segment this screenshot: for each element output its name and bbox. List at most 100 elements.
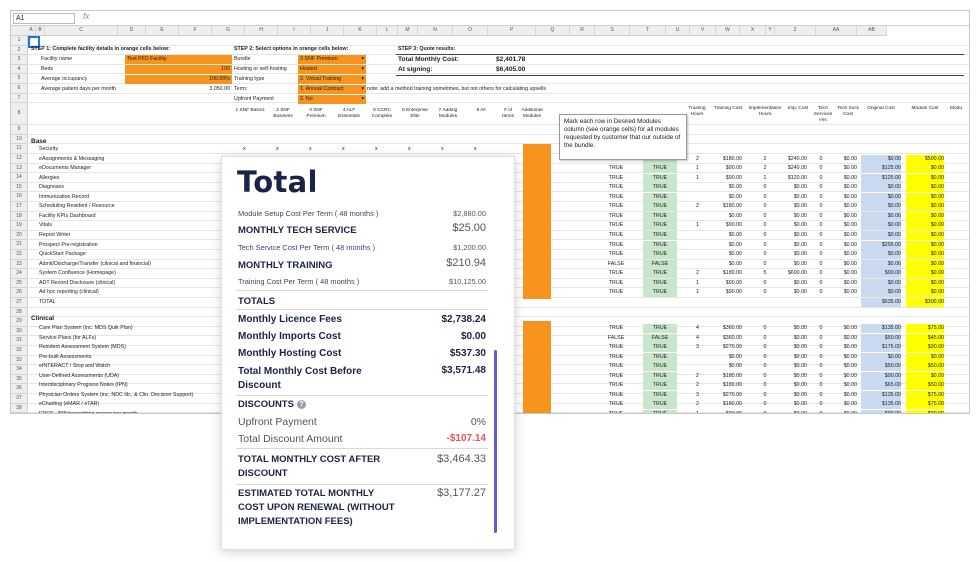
bundle-select[interactable]: 3 SNF Premium ▾: [298, 55, 366, 64]
column-header-f[interactable]: F: [179, 26, 212, 36]
row-header[interactable]: 34: [11, 365, 28, 375]
row-header[interactable]: 16: [11, 192, 28, 202]
desired-flag[interactable]: TRUE: [643, 192, 677, 202]
desired-flag[interactable]: TRUE: [643, 269, 677, 279]
row-header[interactable]: 11: [11, 144, 28, 154]
row-header[interactable]: 8: [11, 103, 28, 126]
desired-flag[interactable]: TRUE: [643, 164, 677, 174]
row-header[interactable]: 6: [11, 84, 28, 94]
row-header[interactable]: 13: [11, 163, 28, 174]
row-header[interactable]: 19: [11, 221, 28, 231]
term-select[interactable]: 1. Annual Contract ▾: [298, 85, 366, 94]
row-header[interactable]: 29: [11, 317, 28, 327]
upfront-select[interactable]: 2. No ▾: [298, 95, 366, 104]
column-header-x[interactable]: X: [740, 26, 766, 36]
row-header[interactable]: 37: [11, 394, 28, 404]
desired-flag[interactable]: TRUE: [643, 381, 677, 391]
column-header-r[interactable]: R: [570, 26, 595, 36]
row-header[interactable]: 2: [11, 45, 28, 56]
desired-flag[interactable]: TRUE: [643, 352, 677, 362]
row-header[interactable]: 38: [11, 403, 28, 413]
column-header-g[interactable]: G: [212, 26, 245, 36]
row-header[interactable]: 15: [11, 182, 28, 193]
row-header[interactable]: 4: [11, 64, 28, 75]
column-header-u[interactable]: U: [666, 26, 690, 36]
desired-modules-column[interactable]: [523, 321, 551, 413]
desired-flag[interactable]: TRUE: [643, 343, 677, 353]
desired-flag[interactable]: TRUE: [643, 362, 677, 372]
row-header[interactable]: 23: [11, 259, 28, 270]
scrollbar-thumb[interactable]: [494, 350, 497, 533]
column-header-n[interactable]: N: [418, 26, 453, 36]
desired-flag[interactable]: TRUE: [643, 371, 677, 381]
row-header[interactable]: 22: [11, 250, 28, 260]
training-select[interactable]: 2. Virtual Training ▾: [298, 75, 366, 84]
desired-flag[interactable]: TRUE: [643, 390, 677, 400]
row-header[interactable]: 18: [11, 211, 28, 222]
column-header-z[interactable]: Z: [775, 26, 816, 36]
row-header[interactable]: 21: [11, 240, 28, 250]
help-icon[interactable]: ?: [296, 400, 306, 409]
row-header[interactable]: 10: [11, 134, 28, 145]
row-header[interactable]: 36: [11, 384, 28, 394]
desired-flag[interactable]: FALSE: [643, 259, 677, 269]
column-header-s[interactable]: S: [595, 26, 630, 36]
beds-input[interactable]: 100: [125, 65, 232, 74]
column-header-i[interactable]: I: [278, 26, 311, 36]
desired-flag[interactable]: TRUE: [643, 288, 677, 298]
desired-flag[interactable]: TRUE: [643, 409, 677, 413]
column-header-y[interactable]: Y: [766, 26, 775, 36]
desired-flag[interactable]: TRUE: [643, 202, 677, 212]
row-header[interactable]: 20: [11, 230, 28, 241]
row-header[interactable]: 30: [11, 326, 28, 337]
column-header-e[interactable]: E: [146, 26, 179, 36]
select-all-corner[interactable]: [11, 26, 28, 36]
desired-flag[interactable]: TRUE: [643, 240, 677, 250]
hosting-select[interactable]: Hosted ▾: [298, 65, 366, 74]
column-header-w[interactable]: W: [716, 26, 740, 36]
column-header-h[interactable]: H: [245, 26, 278, 36]
row-header[interactable]: 9: [11, 125, 28, 135]
row-header[interactable]: 27: [11, 298, 28, 308]
desired-flag[interactable]: FALSE: [643, 333, 677, 343]
row-header[interactable]: 12: [11, 154, 28, 164]
name-box[interactable]: A1: [13, 13, 75, 24]
column-header-j[interactable]: J: [311, 26, 344, 36]
desired-flag[interactable]: TRUE: [643, 278, 677, 288]
row-header[interactable]: 24: [11, 269, 28, 279]
desired-modules-column[interactable]: [523, 144, 551, 299]
column-header-o[interactable]: O: [453, 26, 488, 36]
desired-flag[interactable]: TRUE: [643, 211, 677, 221]
desired-flag[interactable]: TRUE: [643, 221, 677, 231]
row-header[interactable]: 33: [11, 355, 28, 366]
row-header[interactable]: 35: [11, 374, 28, 385]
row-header[interactable]: 7: [11, 93, 28, 104]
column-header-t[interactable]: T: [630, 26, 666, 36]
column-header-m[interactable]: M: [398, 26, 418, 36]
row-header[interactable]: 25: [11, 278, 28, 289]
column-header-l[interactable]: L: [377, 26, 398, 36]
row-header[interactable]: 28: [11, 307, 28, 318]
row-header[interactable]: 5: [11, 74, 28, 84]
column-header-p[interactable]: P: [488, 26, 536, 36]
row-header[interactable]: 14: [11, 173, 28, 183]
desired-flag[interactable]: TRUE: [643, 324, 677, 333]
desired-flag[interactable]: TRUE: [643, 173, 677, 183]
facility-input[interactable]: Test PFD Facility: [125, 55, 232, 64]
desired-flag[interactable]: TRUE: [643, 250, 677, 260]
row-header[interactable]: 26: [11, 288, 28, 298]
desired-flag[interactable]: TRUE: [643, 230, 677, 240]
row-header[interactable]: 31: [11, 336, 28, 346]
row-header[interactable]: 3: [11, 55, 28, 65]
column-header-d[interactable]: D: [118, 26, 146, 36]
column-header-a[interactable]: A: [27, 26, 36, 36]
column-header-c[interactable]: C: [45, 26, 118, 36]
row-header[interactable]: 39: [11, 413, 28, 414]
column-header-q[interactable]: Q: [536, 26, 570, 36]
column-header-aa[interactable]: AA: [816, 26, 857, 36]
desired-flag[interactable]: TRUE: [643, 400, 677, 410]
column-header-ab[interactable]: AB: [857, 26, 887, 36]
column-header-v[interactable]: V: [690, 26, 716, 36]
row-header[interactable]: 17: [11, 202, 28, 212]
column-header-k[interactable]: K: [344, 26, 377, 36]
